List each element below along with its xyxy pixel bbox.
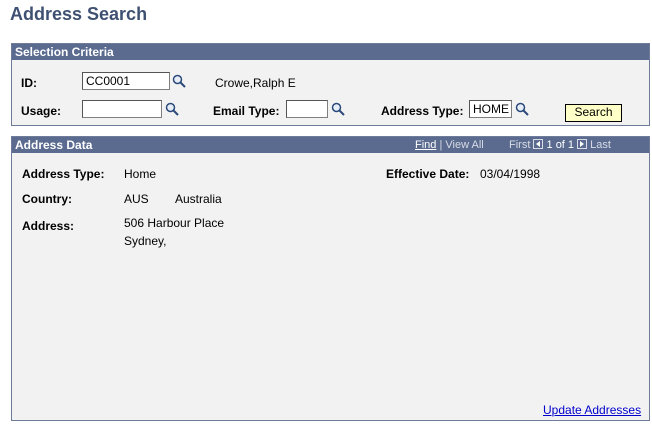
grid-navigation: Find | View All	[415, 137, 484, 153]
address-type-input[interactable]: HOME	[469, 100, 512, 118]
selection-criteria-panel: Selection Criteria ID: CC0001 Crowe,Ralp…	[11, 43, 650, 126]
email-type-label: Email Type:	[213, 104, 280, 118]
pagination: First 1 of 1 Last	[509, 137, 611, 153]
email-type-input[interactable]	[286, 100, 328, 118]
find-link[interactable]: Find	[415, 139, 436, 151]
effective-date-label: Effective Date:	[386, 167, 470, 181]
country-label: Country:	[22, 192, 72, 206]
address-type-lookup-icon[interactable]	[515, 102, 529, 116]
address-label: Address:	[22, 219, 75, 233]
arrow-left-icon[interactable]	[533, 139, 544, 150]
address-data-panel: Address Data Find | View All First 1 of …	[11, 136, 650, 421]
address-type-field-label: Address Type:	[22, 167, 105, 181]
id-input[interactable]: CC0001	[82, 72, 170, 90]
address-line-2: Sydney,	[124, 234, 167, 248]
address-line-1: 506 Harbour Place	[124, 216, 225, 230]
update-addresses-link[interactable]: Update Addresses	[543, 403, 641, 417]
person-name: Crowe,Ralph E	[215, 76, 296, 90]
address-data-title: Address Data	[15, 138, 93, 152]
search-button[interactable]: Search	[565, 104, 622, 122]
usage-input[interactable]	[82, 100, 162, 118]
selection-criteria-header: Selection Criteria	[12, 44, 649, 60]
arrow-right-icon[interactable]	[577, 139, 588, 150]
id-lookup-icon[interactable]	[172, 74, 186, 88]
usage-lookup-icon[interactable]	[165, 102, 179, 116]
country-code: AUS	[124, 192, 149, 206]
last-link[interactable]: Last	[590, 139, 611, 151]
view-all-link[interactable]: View All	[445, 139, 483, 151]
address-type-label: Address Type:	[381, 104, 464, 118]
page-count: 1 of 1	[546, 139, 575, 151]
email-type-lookup-icon[interactable]	[331, 102, 345, 116]
first-link[interactable]: First	[509, 139, 530, 151]
page-title: Address Search	[10, 4, 148, 24]
address-type-value: Home	[124, 167, 157, 181]
nav-separator: |	[439, 139, 443, 151]
effective-date-value: 03/04/1998	[480, 167, 541, 181]
usage-label: Usage:	[21, 104, 62, 118]
id-label: ID:	[21, 76, 37, 90]
country-name: Australia	[175, 192, 222, 206]
